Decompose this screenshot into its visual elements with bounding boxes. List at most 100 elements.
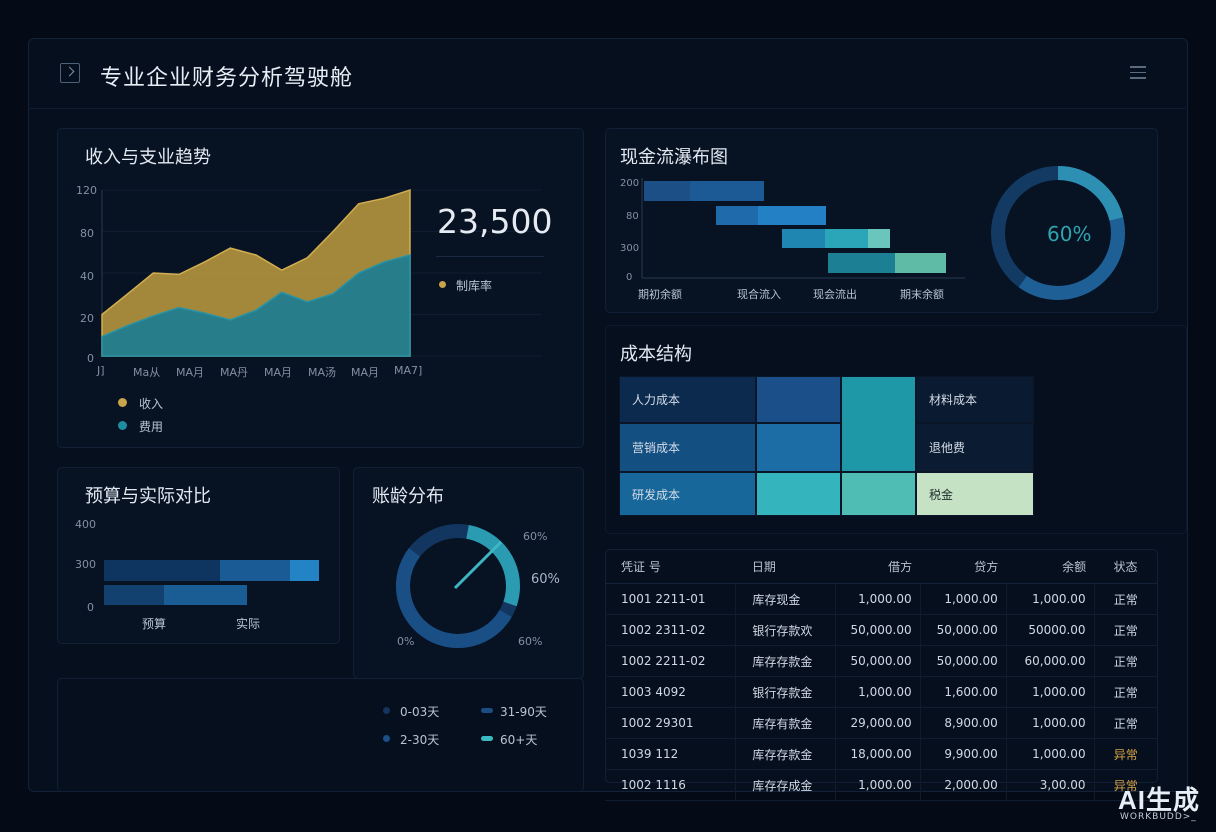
table-row[interactable]: 1002 29301 库存有款金 29,000.00 8,900.00 1,000.00… <box>605 707 1157 739</box>
cell-account: 库存存款金 <box>735 738 836 770</box>
gauge-label: 0% <box>397 635 415 648</box>
x-tick: MA7] <box>394 364 423 377</box>
cell-account: 银行存款金 <box>735 676 836 708</box>
cell-credit: 9,900.00 <box>919 738 1007 770</box>
cell-status: 正常 <box>1093 614 1157 646</box>
aging-legend-dot <box>383 707 390 714</box>
cell-debit: 29,000.00 <box>835 707 921 739</box>
kpi-value: 23,500 <box>437 202 553 241</box>
budget-bar-end <box>290 560 319 581</box>
page-title: 专业企业财务分析驾驶舱 <box>100 66 354 91</box>
x-tick: MA丹 <box>220 366 249 379</box>
wf-bar-opening-light <box>690 181 764 201</box>
watermark-sub: WORKBUDD>_ <box>1120 812 1197 822</box>
wf-y-tick: 0 <box>626 272 633 283</box>
table-row[interactable]: 1001 2211-01 库存现金 1,000.00 1,000.00 1,000.00… <box>605 583 1157 615</box>
aging-legend-label: 2-30天 <box>400 733 440 747</box>
table-row[interactable]: 1002 2211-02 库存存款金 50,000.00 50,000.00 60,00… <box>605 645 1157 677</box>
cost-cell-labor: 人力成本 <box>619 376 756 423</box>
x-tick: MA月 <box>351 366 380 379</box>
table-row[interactable]: 1002 1116 库存存成金 1,000.00 2,000.00 3,00.00 异常 <box>605 769 1157 801</box>
cell-account: 库存现金 <box>735 583 836 615</box>
budget-y-tick: 0 <box>87 601 94 614</box>
wf-bar-outflow-end <box>868 229 890 248</box>
cell-credit: 8,900.00 <box>919 707 1007 739</box>
legend-income-label: 收入 <box>139 397 164 411</box>
wf-y-tick: 300 <box>620 243 640 254</box>
donut-percent: 60% <box>1047 222 1092 246</box>
gauge-label: 60% <box>518 635 543 648</box>
gauge-value: 60% <box>531 572 560 587</box>
aging-legend-label: 60+天 <box>500 733 538 747</box>
actual-bar-end <box>164 585 247 605</box>
cell-balance: 3,00.00 <box>1005 769 1095 801</box>
cost-cell-tax: 税金 <box>916 472 1034 516</box>
aging-legend-dot <box>383 735 390 742</box>
cell-balance: 60,000.00 <box>1005 645 1095 677</box>
budget-chart <box>104 560 319 605</box>
cell-voucher: 1002 29301 <box>605 707 736 739</box>
cell-voucher: 1039 112 <box>605 738 736 770</box>
aging-legend-label: 31-90天 <box>500 705 547 719</box>
wf-x-tick: 期初余额 <box>638 288 682 301</box>
cell-account: 库存有款金 <box>735 707 836 739</box>
cell-status: 正常 <box>1093 645 1157 677</box>
cell-voucher: 1002 2311-02 <box>605 614 736 646</box>
y-tick: 120 <box>76 184 97 197</box>
cell-debit: 18,000.00 <box>835 738 921 770</box>
col-credit: 贷方 <box>920 549 1007 584</box>
cell-balance: 1,000.00 <box>1005 707 1095 739</box>
cost-cell <box>756 376 841 423</box>
ledger-table: 凭证 号 日期 借方 贷方 余额 状态 1001 2211-01 库存现金 1,00… <box>605 549 1157 801</box>
cost-cell <box>756 423 841 472</box>
cell-account: 库存存成金 <box>735 769 836 801</box>
kpi-legend-dot <box>439 281 446 288</box>
wf-y-tick: 200 <box>620 178 640 189</box>
cost-title: 成本结构 <box>620 344 692 365</box>
cell-credit: 1,000.00 <box>919 583 1007 615</box>
cost-cell <box>841 376 916 472</box>
wf-x-tick: 现合流入 <box>737 288 781 301</box>
waterfall-title: 现金流瀑布图 <box>620 147 728 168</box>
wf-x-tick: 现会流出 <box>813 288 857 301</box>
cost-cell-marketing: 营销成本 <box>619 423 756 472</box>
wf-bar-closing-light <box>895 253 946 273</box>
wf-bar-inflow-light <box>758 206 826 225</box>
budget-x-tick: 实际 <box>236 617 261 631</box>
aging-title: 账龄分布 <box>372 486 444 507</box>
wf-x-tick: 期末余额 <box>900 288 944 301</box>
ledger-body: 1001 2211-01 库存现金 1,000.00 1,000.00 1,000.00… <box>605 583 1157 801</box>
table-row[interactable]: 1002 2311-02 银行存款欢 50,000.00 50,000.00 50000… <box>605 614 1157 646</box>
col-voucher: 凭证 号 <box>605 549 736 584</box>
cell-balance: 1,000.00 <box>1005 676 1095 708</box>
x-tick: J] <box>97 364 105 377</box>
table-row[interactable]: 1003 4092 银行存款金 1,000.00 1,600.00 1,000.00 正常 <box>605 676 1157 708</box>
cell-account: 银行存款欢 <box>735 614 836 646</box>
trend-title: 收入与支业趋势 <box>85 147 211 168</box>
cell-debit: 1,000.00 <box>835 769 921 801</box>
budget-y-tick: 300 <box>75 558 96 571</box>
y-tick: 0 <box>87 352 94 365</box>
legend-expense-dot <box>118 421 127 430</box>
terminal-icon[interactable] <box>60 63 80 83</box>
waterfall-chart <box>641 178 965 279</box>
cell-debit: 50,000.00 <box>835 614 921 646</box>
cell-status: 正常 <box>1093 676 1157 708</box>
cell-credit: 1,600.00 <box>919 676 1007 708</box>
cell-status: 异常 <box>1093 738 1157 770</box>
col-balance: 余额 <box>1006 549 1095 584</box>
aging-legend-label: 0-03天 <box>400 705 440 719</box>
cell-credit: 50,000.00 <box>919 645 1007 677</box>
cell-account: 库存存款金 <box>735 645 836 677</box>
gauge-needle <box>453 540 503 590</box>
x-tick: MA月 <box>264 366 293 379</box>
cell-credit: 2,000.00 <box>919 769 1007 801</box>
aging-legend-swatch <box>481 708 493 713</box>
menu-icon[interactable] <box>1130 66 1146 80</box>
cell-voucher: 1001 2211-01 <box>605 583 736 615</box>
wf-bar-outflow-light <box>825 229 868 248</box>
table-row[interactable]: 1039 112 库存存款金 18,000.00 9,900.00 1,000.00 异常 <box>605 738 1157 770</box>
cell-debit: 1,000.00 <box>835 676 921 708</box>
budget-title: 预算与实际对比 <box>85 486 211 507</box>
wf-y-tick: 80 <box>626 211 639 222</box>
